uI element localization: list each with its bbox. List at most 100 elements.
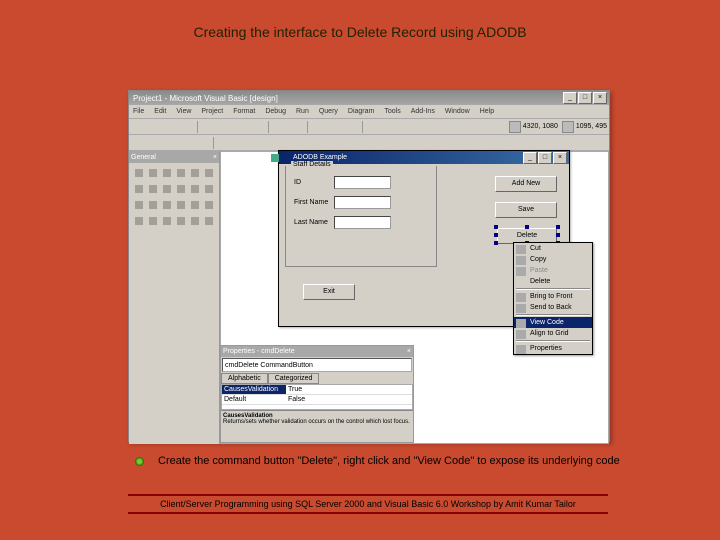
commandbutton-tool[interactable] (202, 166, 216, 180)
textbox-tool[interactable] (174, 166, 188, 180)
menu-run[interactable]: Run (296, 108, 309, 115)
end-icon[interactable] (344, 120, 358, 134)
save-button[interactable]: Save (495, 202, 557, 218)
add-form-icon[interactable] (147, 120, 161, 134)
staff-details-frame[interactable]: Staff Details ID First Name Last Name (285, 166, 437, 267)
undo-icon[interactable] (273, 120, 287, 134)
copy-icon[interactable] (218, 120, 232, 134)
tool-icon[interactable] (131, 136, 145, 150)
addnew-button[interactable]: Add New (495, 176, 557, 192)
menubar[interactable]: File Edit View Project Format Debug Run … (129, 105, 609, 119)
properties-titlebar[interactable]: Properties - cmdDelete × (221, 346, 413, 357)
extra-tool[interactable] (188, 214, 202, 228)
menu-diagram[interactable]: Diagram (348, 108, 374, 115)
selection-handle[interactable] (494, 241, 498, 245)
start-icon[interactable] (312, 120, 326, 134)
menu-edit[interactable]: Edit (154, 108, 166, 115)
close-icon[interactable]: × (213, 154, 217, 161)
delete-button-selected[interactable]: Delete (497, 228, 557, 242)
ctx-paste[interactable]: Paste (514, 265, 592, 276)
property-grid[interactable]: CausesValidation True Default False (221, 384, 413, 410)
tool-icon[interactable] (266, 136, 280, 150)
new-project-icon[interactable] (131, 120, 145, 134)
ide-titlebar[interactable]: Project1 - Microsoft Visual Basic [desig… (129, 91, 609, 105)
data-tool[interactable] (146, 214, 160, 228)
menu-help[interactable]: Help (480, 108, 494, 115)
project-explorer-icon[interactable] (367, 120, 381, 134)
tab-categorized[interactable]: Categorized (268, 373, 320, 384)
tool-icon[interactable] (250, 136, 264, 150)
filelist-tool[interactable] (174, 198, 188, 212)
close-button[interactable]: × (593, 92, 607, 104)
maximize-button[interactable]: □ (578, 92, 592, 104)
menu-debug[interactable]: Debug (265, 108, 286, 115)
ctx-copy[interactable]: Copy (514, 254, 592, 265)
selection-handle[interactable] (525, 225, 529, 229)
tool-icon[interactable] (282, 136, 296, 150)
extra-tool[interactable] (174, 214, 188, 228)
minimize-button[interactable]: _ (563, 92, 577, 104)
ctx-align-grid[interactable]: Align to Grid (514, 328, 592, 339)
optionbutton-tool[interactable] (146, 182, 160, 196)
selection-handle[interactable] (556, 225, 560, 229)
tool-icon[interactable] (218, 136, 232, 150)
minimize-button[interactable]: _ (523, 152, 537, 164)
checkbox-tool[interactable] (132, 182, 146, 196)
ctx-properties[interactable]: Properties (514, 343, 592, 354)
line-tool[interactable] (202, 198, 216, 212)
listbox-tool[interactable] (174, 182, 188, 196)
selection-handle[interactable] (494, 225, 498, 229)
menu-format[interactable]: Format (233, 108, 255, 115)
object-browser-icon[interactable] (415, 120, 429, 134)
tool-icon[interactable] (195, 136, 209, 150)
menu-window[interactable]: Window (445, 108, 470, 115)
menu-addins[interactable]: Add-Ins (411, 108, 435, 115)
drivelist-tool[interactable] (146, 198, 160, 212)
picturebox-tool[interactable] (146, 166, 160, 180)
form-layout-icon[interactable] (399, 120, 413, 134)
paste-icon[interactable] (234, 120, 248, 134)
hscrollbar-tool[interactable] (188, 182, 202, 196)
shape-tool[interactable] (188, 198, 202, 212)
tool-icon[interactable] (314, 136, 328, 150)
save-icon[interactable] (179, 120, 193, 134)
lastname-textbox[interactable] (334, 216, 391, 229)
cut-icon[interactable] (202, 120, 216, 134)
timer-tool[interactable] (132, 198, 146, 212)
property-value[interactable]: False (286, 395, 412, 404)
menu-project[interactable]: Project (201, 108, 223, 115)
tool-icon[interactable] (330, 136, 344, 150)
maximize-button[interactable]: □ (538, 152, 552, 164)
vscrollbar-tool[interactable] (202, 182, 216, 196)
image-tool[interactable] (132, 214, 146, 228)
ctx-delete[interactable]: Delete (514, 276, 592, 287)
extra-tool[interactable] (202, 214, 216, 228)
ctx-cut[interactable]: Cut (514, 243, 592, 254)
firstname-textbox[interactable] (334, 196, 391, 209)
id-textbox[interactable] (334, 176, 391, 189)
tool-icon[interactable] (147, 136, 161, 150)
tab-alphabetic[interactable]: Alphabetic (221, 373, 268, 384)
menu-file[interactable]: File (133, 108, 144, 115)
ctx-bring-front[interactable]: Bring to Front (514, 291, 592, 302)
tool-icon[interactable] (234, 136, 248, 150)
menu-view[interactable]: View (176, 108, 191, 115)
find-icon[interactable] (250, 120, 264, 134)
menu-tools[interactable]: Tools (384, 108, 400, 115)
exit-button[interactable]: Exit (303, 284, 355, 300)
ctx-send-back[interactable]: Send to Back (514, 302, 592, 313)
tool-icon[interactable] (298, 136, 312, 150)
pointer-tool[interactable] (132, 166, 146, 180)
object-selector[interactable]: cmdDelete CommandButton (222, 358, 412, 372)
menu-query[interactable]: Query (319, 108, 338, 115)
toolbox-icon[interactable] (431, 120, 445, 134)
dirlist-tool[interactable] (160, 198, 174, 212)
property-row[interactable]: CausesValidation True (222, 385, 412, 395)
tool-icon[interactable] (179, 136, 193, 150)
ole-tool[interactable] (160, 214, 174, 228)
ctx-view-code[interactable]: View Code (514, 317, 592, 328)
property-row[interactable]: Default False (222, 395, 412, 405)
toolbox-title[interactable]: General × (129, 151, 219, 163)
label-tool[interactable] (160, 166, 174, 180)
close-icon[interactable]: × (407, 348, 411, 355)
